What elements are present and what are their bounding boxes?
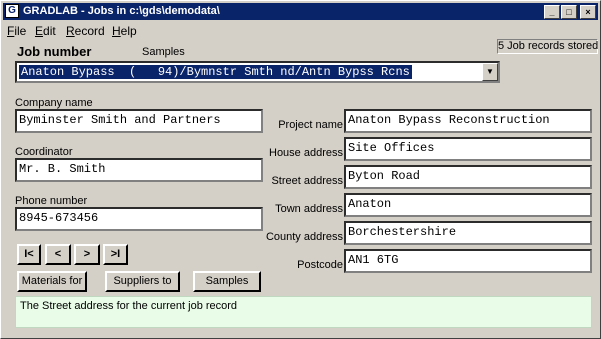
town-address-field[interactable]: Anaton: [344, 193, 592, 217]
app-icon[interactable]: G: [5, 4, 19, 18]
suppliers-to-button[interactable]: Suppliers to: [105, 271, 180, 292]
close-button[interactable]: ×: [580, 5, 596, 19]
maximize-button[interactable]: □: [561, 5, 577, 19]
samples-label: Samples: [142, 46, 185, 58]
samples-button[interactable]: Samples: [193, 271, 261, 292]
help-status-bar: The Street address for the current job r…: [15, 296, 592, 328]
menu-edit[interactable]: Edit: [35, 24, 56, 38]
postcode-field[interactable]: AN1 6TG: [344, 249, 592, 273]
records-count-status: 5 Job records stored: [497, 39, 599, 54]
menu-record[interactable]: Record: [66, 24, 105, 38]
house-address-label: House address: [269, 147, 343, 159]
phone-number-field[interactable]: 8945-673456: [15, 207, 263, 231]
county-address-field[interactable]: Borchestershire: [344, 221, 592, 245]
app-window: G GRADLAB - Jobs in c:\gds\demodata\ _ □…: [0, 0, 601, 339]
coordinator-field[interactable]: Mr. B. Smith: [15, 158, 263, 182]
menu-help[interactable]: Help: [112, 24, 137, 38]
title-bar[interactable]: G GRADLAB - Jobs in c:\gds\demodata\ _ □…: [3, 3, 598, 20]
first-record-button[interactable]: I<: [17, 244, 41, 265]
materials-for-button[interactable]: Materials for: [17, 271, 87, 292]
coordinator-label: Coordinator: [15, 146, 73, 158]
next-record-button[interactable]: >: [74, 244, 100, 265]
street-address-field[interactable]: Byton Road: [344, 165, 592, 189]
job-select-combo[interactable]: Anaton Bypass ( 94)/Bymnstr Smth nd/Antn…: [15, 61, 500, 83]
last-record-button[interactable]: >I: [103, 244, 128, 265]
job-number-heading: Job number: [17, 44, 92, 59]
minimize-button[interactable]: _: [544, 5, 560, 19]
job-select-value: Anaton Bypass ( 94)/Bymnstr Smth nd/Antn…: [18, 64, 413, 80]
company-name-label: Company name: [15, 97, 93, 109]
project-name-field[interactable]: Anaton Bypass Reconstruction: [344, 109, 592, 133]
town-address-label: Town address: [275, 203, 343, 215]
company-name-field[interactable]: Byminster Smith and Partners: [15, 109, 263, 133]
postcode-label: Postcode: [297, 259, 343, 271]
menu-file[interactable]: File: [7, 24, 26, 38]
previous-record-button[interactable]: <: [45, 244, 71, 265]
help-text: The Street address for the current job r…: [20, 300, 238, 312]
project-name-label: Project name: [278, 119, 343, 131]
house-address-field[interactable]: Site Offices: [344, 137, 592, 161]
street-address-label: Street address: [271, 175, 343, 187]
county-address-label: County address: [265, 231, 343, 243]
window-title: GRADLAB - Jobs in c:\gds\demodata\: [23, 5, 220, 17]
dropdown-arrow-icon[interactable]: ▼: [482, 63, 498, 81]
phone-number-label: Phone number: [15, 195, 88, 207]
